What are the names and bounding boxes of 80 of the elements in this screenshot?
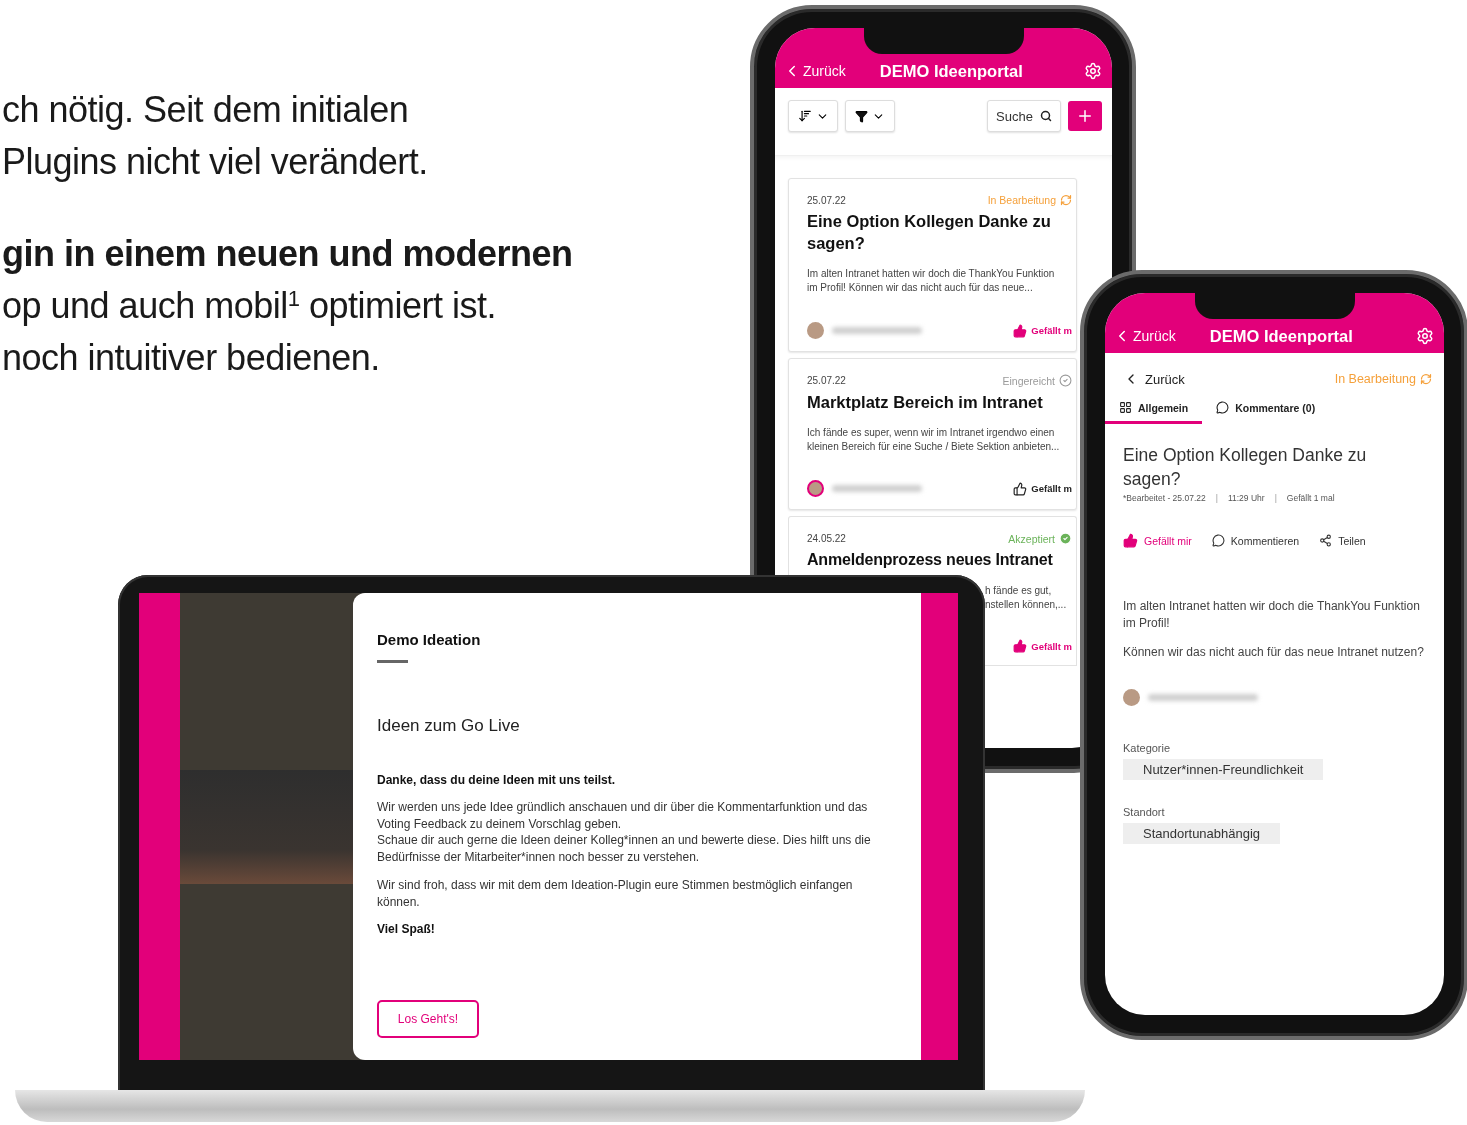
thumbs-up-icon <box>1013 639 1028 653</box>
check-circle-icon <box>1059 374 1072 387</box>
avatar <box>1123 689 1140 706</box>
paragraph: Wir werden uns jede Idee gründlich anschauen und dir über die Kommentarfunktion und das Voting Feedback zu deinem Vorschlag geben. <box>377 799 869 832</box>
paragraph: Wir sind froh, dass wir mit dem dem Ideation-Plugin eure Stimmen bestmöglich einfangen können. <box>377 877 854 910</box>
refresh-icon <box>1420 373 1432 385</box>
filter-icon <box>855 109 868 123</box>
thumbs-up-icon <box>1013 323 1028 338</box>
card-excerpt: h fände es gut, nstellen können,... <box>985 584 1068 612</box>
grid-icon <box>1119 401 1132 414</box>
idea-title: Eine Option Kollegen Danke zu sagen? <box>1123 444 1368 491</box>
intro-text-line: op und auch mobil$^{1}$ optimiert ist. <box>2 284 496 328</box>
share-icon <box>1319 534 1333 547</box>
status-label: Akzeptiert <box>1008 532 1072 545</box>
back-link[interactable]: Zurück <box>783 62 846 80</box>
avatar <box>807 322 824 339</box>
comment-button[interactable]: Kommentieren <box>1211 534 1300 547</box>
status-label: In Bearbeitung <box>987 194 1072 206</box>
sort-button[interactable] <box>788 100 838 132</box>
card-date: 25.07.22 <box>807 375 846 386</box>
meta-text: *Bearbeitet - 25.07.22 <box>1123 493 1206 503</box>
meta-text: 11:29 Uhr <box>1227 493 1265 503</box>
intro-text-line: ch nötig. Seit dem initialen <box>2 88 409 132</box>
card-heading: Demo Ideation <box>377 631 482 648</box>
card-excerpt: Ich fände es super, wenn wir im Intranet irgendwo einen kleinen Bereich für eine Suche / Biete Sektion anbieten... <box>807 426 1061 454</box>
settings-icon[interactable] <box>1416 327 1434 345</box>
speech-bubble-icon <box>1216 401 1230 414</box>
status-label: In Bearbeitung <box>1334 372 1432 386</box>
like-button[interactable]: Gefällt mir <box>1123 533 1192 548</box>
refresh-icon <box>1060 194 1072 206</box>
search-field[interactable]: Suche <box>987 100 1061 132</box>
field-value: Standortunabhängig <box>1123 823 1281 844</box>
idea-body-text: Im alten Intranet hatten wir doch die ThankYou Funktion im Profil! <box>1123 598 1421 632</box>
speech-bubble-icon <box>1211 534 1225 547</box>
start-button[interactable]: Los Geht's! <box>377 1000 479 1038</box>
field-label: Kategorie <box>1123 742 1172 754</box>
field-label: Standort <box>1123 806 1166 818</box>
thumbs-up-icon <box>1013 481 1028 496</box>
thumbs-up-icon <box>1123 533 1138 548</box>
like-button[interactable]: Gefällt m <box>1013 639 1072 653</box>
meta-separator: | <box>1274 493 1277 503</box>
idea-body-text: Können wir das nicht auch für das neue Intranet nutzen? <box>1123 644 1425 661</box>
like-button[interactable]: Gefällt m <box>1013 481 1072 496</box>
card-excerpt: Im alten Intranet hatten wir doch die ThankYou Funktion im Profil! Können wir das nicht auch für das neue... <box>807 267 1056 295</box>
intro-text-line: Plugins nicht viel verändert. <box>2 140 428 184</box>
like-button[interactable]: Gefällt m <box>1013 323 1072 338</box>
status-label: Eingereicht <box>1002 374 1072 387</box>
card-title: Marktplatz Bereich im Intranet <box>807 392 1044 413</box>
settings-icon[interactable] <box>1084 62 1102 80</box>
idea-card[interactable]: 24.05.22 Akzeptiert Anmeldenprozess neues Intranet <box>788 516 1077 575</box>
app-title: DEMO Ideenportal <box>879 61 1024 81</box>
heading-underline <box>377 660 408 663</box>
idea-card[interactable]: 25.07.22 In Bearbeitung Eine Option Kollegen Danke zu sagen? Im alten Intranet hatten wir doch die ThankYou Funktion im Profil! Können wir das nicht auch für das neue... Gefällt m <box>788 178 1077 352</box>
add-button[interactable] <box>1068 101 1102 131</box>
meta-text: Gefällt 1 mal <box>1286 493 1335 503</box>
card-title: Anmeldenprozess neues Intranet <box>807 550 1054 570</box>
avatar <box>807 480 824 497</box>
tab[interactable]: Allgemein <box>1105 401 1203 424</box>
share-button[interactable]: Teilen <box>1319 534 1366 547</box>
card-date: 24.05.22 <box>807 533 846 544</box>
intro-text-line: gin in einem neuen und modernen <box>2 232 573 276</box>
card-subheading: Ideen zum Go Live <box>377 716 521 736</box>
tab[interactable]: Kommentare (0) <box>1202 401 1330 424</box>
intro-text-line: noch intuitiver bedienen. <box>2 336 380 380</box>
back-link[interactable]: Zurück <box>1113 327 1176 345</box>
filter-button[interactable] <box>845 100 895 132</box>
idea-card[interactable]: 25.07.22 Eingereicht Marktplatz Bereich im Intranet Ich fände es super, wenn wir im Intranet irgendwo einen kleinen Bereich für eine Suche / Biete Sektion anbieten... Gefällt m <box>788 358 1077 510</box>
check-circle-icon <box>1059 532 1072 545</box>
paragraph: Schaue dir auch gerne die Ideen deiner Kolleg*innen an und bewerte diese. Dies hilft uns die Bedürfnisse der Mitarbeiter*innen noch besser zu verstehen. <box>377 832 872 865</box>
app-title: DEMO Ideenportal <box>1209 326 1354 346</box>
card-title: Eine Option Kollegen Danke zu sagen? <box>807 211 1052 254</box>
plus-icon <box>1076 107 1094 125</box>
lead-text: Danke, dass du deine Ideen mit uns teilst. <box>377 773 617 787</box>
card-date: 25.07.22 <box>807 194 846 206</box>
sort-icon <box>797 109 812 123</box>
search-icon[interactable] <box>1040 110 1052 122</box>
meta-separator: | <box>1215 493 1218 503</box>
field-value: Nutzer*innen-Freundlichkeit <box>1123 759 1324 780</box>
back-link[interactable]: Zurück <box>1123 371 1185 387</box>
closing-text: Viel Spaß! <box>377 922 436 936</box>
